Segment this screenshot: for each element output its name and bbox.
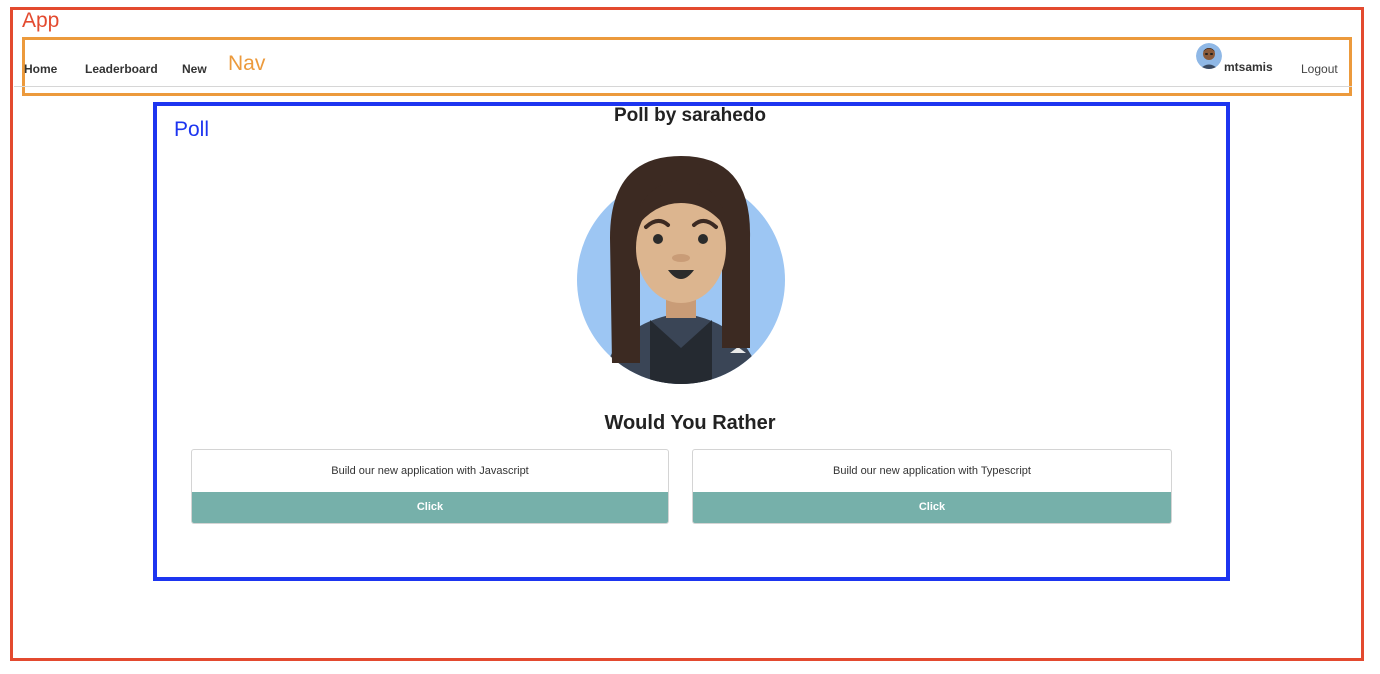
nav-annotation-label: Nav — [228, 52, 266, 75]
nav-container — [22, 37, 1352, 96]
nav-divider — [14, 86, 1352, 87]
app-annotation-label: App — [22, 9, 60, 32]
question-heading: Would You Rather — [604, 412, 776, 434]
option-one-button[interactable]: Click — [192, 492, 668, 523]
option-card: Build our new application with Javascrip… — [191, 449, 669, 524]
user-name: mtsamis — [1224, 60, 1273, 74]
option-text: Build our new application with Typescrip… — [833, 465, 1031, 477]
nav-link-home[interactable]: Home — [24, 62, 57, 77]
logout-link[interactable]: Logout — [1301, 62, 1338, 77]
nav-link-new[interactable]: New — [182, 62, 207, 77]
woman-avatar-icon — [570, 148, 792, 388]
option-two-button[interactable]: Click — [693, 492, 1171, 523]
option-card: Build our new application with Typescrip… — [692, 449, 1172, 524]
nav-link-leaderboard[interactable]: Leaderboard — [85, 62, 158, 77]
user-avatar-icon — [1196, 43, 1222, 69]
poll-title: Poll by sarahedo — [613, 105, 767, 126]
option-text: Build our new application with Javascrip… — [331, 465, 529, 477]
